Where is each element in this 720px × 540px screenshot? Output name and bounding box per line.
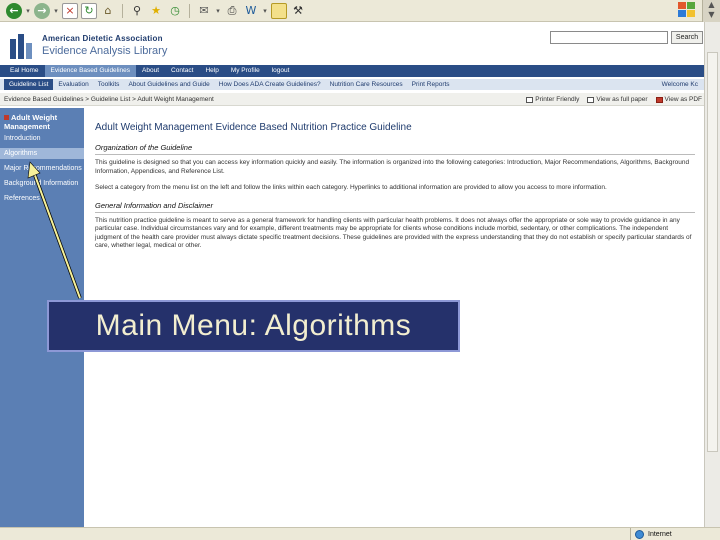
nav-my-profile[interactable]: My Profile bbox=[225, 65, 266, 77]
site-search-input[interactable] bbox=[550, 31, 668, 44]
discuss-icon[interactable] bbox=[271, 2, 287, 19]
edit-icon[interactable]: W bbox=[243, 3, 259, 19]
printer-icon bbox=[526, 96, 534, 103]
view-full-paper-label: View as full paper bbox=[596, 96, 648, 103]
subnav-nutrition-care-resources[interactable]: Nutrition Care Resources bbox=[330, 79, 412, 90]
forward-icon[interactable]: → bbox=[34, 2, 50, 19]
security-zone: Internet bbox=[630, 528, 672, 540]
window-scroll-top[interactable]: ▲ ▼ bbox=[702, 0, 720, 22]
document-icon bbox=[587, 96, 595, 103]
sidebar-heading-text: Adult Weight Management bbox=[4, 113, 58, 131]
site-logo[interactable]: American Dietetic Association Evidence A… bbox=[10, 28, 167, 62]
stop-icon[interactable]: × bbox=[62, 2, 78, 19]
bullet-icon bbox=[4, 115, 9, 120]
subnav-about-guidelines[interactable]: About Guidelines and Guide bbox=[128, 79, 218, 90]
refresh-icon[interactable]: ↻ bbox=[81, 2, 97, 19]
organization-paragraph-2: Select a category from the menu list on … bbox=[95, 184, 607, 191]
printer-friendly-link[interactable]: Printer Friendly bbox=[526, 93, 579, 106]
research-icon[interactable]: ⚒ bbox=[290, 3, 306, 19]
globe-icon bbox=[635, 530, 644, 539]
section-heading-disclaimer: General Information and Disclaimer bbox=[95, 201, 695, 213]
page-actions: Printer Friendly View as full paper View… bbox=[526, 93, 702, 106]
favorites-icon[interactable]: ★ bbox=[148, 3, 164, 19]
nav-eal-home[interactable]: Eal Home bbox=[4, 65, 45, 77]
ada-logo-icon bbox=[10, 31, 34, 59]
printer-friendly-label: Printer Friendly bbox=[535, 96, 580, 103]
view-pdf-label: View as PDF bbox=[664, 96, 702, 103]
toolbar-separator bbox=[122, 3, 123, 18]
history-icon[interactable]: ◷ bbox=[167, 3, 183, 19]
welcome-text: Welcome Kc bbox=[661, 81, 698, 88]
print-icon[interactable]: ⎙ bbox=[224, 3, 240, 19]
nav-help[interactable]: Help bbox=[199, 65, 224, 77]
browser-toolbar: ← ▾ → ▾ × ↻ ⌂ ⚲ ★ ◷ ✉ ▾ ⎙ W ▾ ⚒ ▲ ▼ bbox=[0, 0, 720, 22]
secondary-nav: Guideline List Evaluation Toolkits About… bbox=[0, 79, 704, 90]
subnav-guideline-list[interactable]: Guideline List bbox=[4, 79, 54, 90]
page-scrollbar[interactable] bbox=[704, 22, 720, 527]
annotation-callout: Main Menu: Algorithms bbox=[47, 300, 460, 352]
section-heading-organization: Organization of the Guideline bbox=[95, 143, 695, 155]
nav-evidence-based-guidelines[interactable]: Evidence Based Guidelines bbox=[44, 65, 137, 77]
breadcrumb-path[interactable]: Evidence Based Guidelines > Guideline Li… bbox=[4, 96, 214, 103]
sidebar-item-major-recommendations[interactable]: Major Recommendations bbox=[0, 163, 84, 174]
scrollbar-thumb[interactable] bbox=[707, 52, 718, 452]
back-dropdown-icon[interactable]: ▾ bbox=[25, 7, 31, 15]
subnav-evaluation[interactable]: Evaluation bbox=[58, 79, 97, 90]
toolbar-separator bbox=[189, 3, 190, 18]
sidebar-item-algorithms[interactable]: Algorithms bbox=[0, 148, 84, 159]
disclaimer-paragraph: This nutrition practice guideline is mea… bbox=[95, 216, 692, 250]
mail-icon[interactable]: ✉ bbox=[196, 3, 212, 19]
callout-text: Main Menu: Algorithms bbox=[95, 309, 412, 342]
org-name: American Dietetic Association bbox=[42, 33, 163, 43]
forward-dropdown-icon[interactable]: ▾ bbox=[53, 7, 59, 15]
mail-dropdown-icon[interactable]: ▾ bbox=[215, 7, 221, 15]
subnav-how-ada-creates[interactable]: How Does ADA Create Guidelines? bbox=[219, 79, 330, 90]
pdf-icon bbox=[655, 96, 663, 103]
back-icon[interactable]: ← bbox=[6, 2, 22, 19]
status-bar: Internet bbox=[0, 527, 720, 540]
subnav-toolkits[interactable]: Toolkits bbox=[98, 79, 129, 90]
library-name: Evidence Analysis Library bbox=[42, 44, 168, 57]
search-icon[interactable]: ⚲ bbox=[129, 3, 145, 19]
subnav-print-reports[interactable]: Print Reports bbox=[412, 79, 459, 90]
main-content: Adult Weight Management Evidence Based N… bbox=[95, 122, 695, 259]
sidebar-item-background-information[interactable]: Background Information bbox=[0, 178, 84, 189]
view-full-paper-link[interactable]: View as full paper bbox=[587, 93, 648, 106]
edit-dropdown-icon[interactable]: ▾ bbox=[262, 7, 268, 15]
primary-nav: Eal Home Evidence Based Guidelines About… bbox=[0, 65, 704, 77]
view-pdf-link[interactable]: View as PDF bbox=[655, 93, 702, 106]
nav-logout[interactable]: logout bbox=[266, 65, 296, 77]
site-search-button[interactable]: Search bbox=[671, 31, 703, 44]
nav-contact[interactable]: Contact bbox=[165, 65, 199, 77]
nav-about[interactable]: About bbox=[136, 65, 165, 77]
site-name: American Dietetic Association Evidence A… bbox=[42, 34, 167, 57]
breadcrumb: Evidence Based Guidelines > Guideline Li… bbox=[0, 93, 704, 106]
web-page: American Dietetic Association Evidence A… bbox=[0, 22, 704, 527]
security-zone-label: Internet bbox=[648, 531, 672, 538]
sidebar-heading: Adult Weight Management bbox=[0, 108, 84, 133]
page-title: Adult Weight Management Evidence Based N… bbox=[95, 122, 412, 133]
home-icon[interactable]: ⌂ bbox=[100, 3, 116, 19]
sidebar-item-introduction[interactable]: Introduction bbox=[0, 133, 84, 144]
screenshot-root: ← ▾ → ▾ × ↻ ⌂ ⚲ ★ ◷ ✉ ▾ ⎙ W ▾ ⚒ ▲ ▼ Amer… bbox=[0, 0, 720, 540]
sidebar-item-references[interactable]: References bbox=[0, 193, 84, 204]
windows-logo-icon bbox=[678, 2, 696, 18]
organization-paragraph-1: This guideline is designed so that you c… bbox=[95, 159, 690, 175]
